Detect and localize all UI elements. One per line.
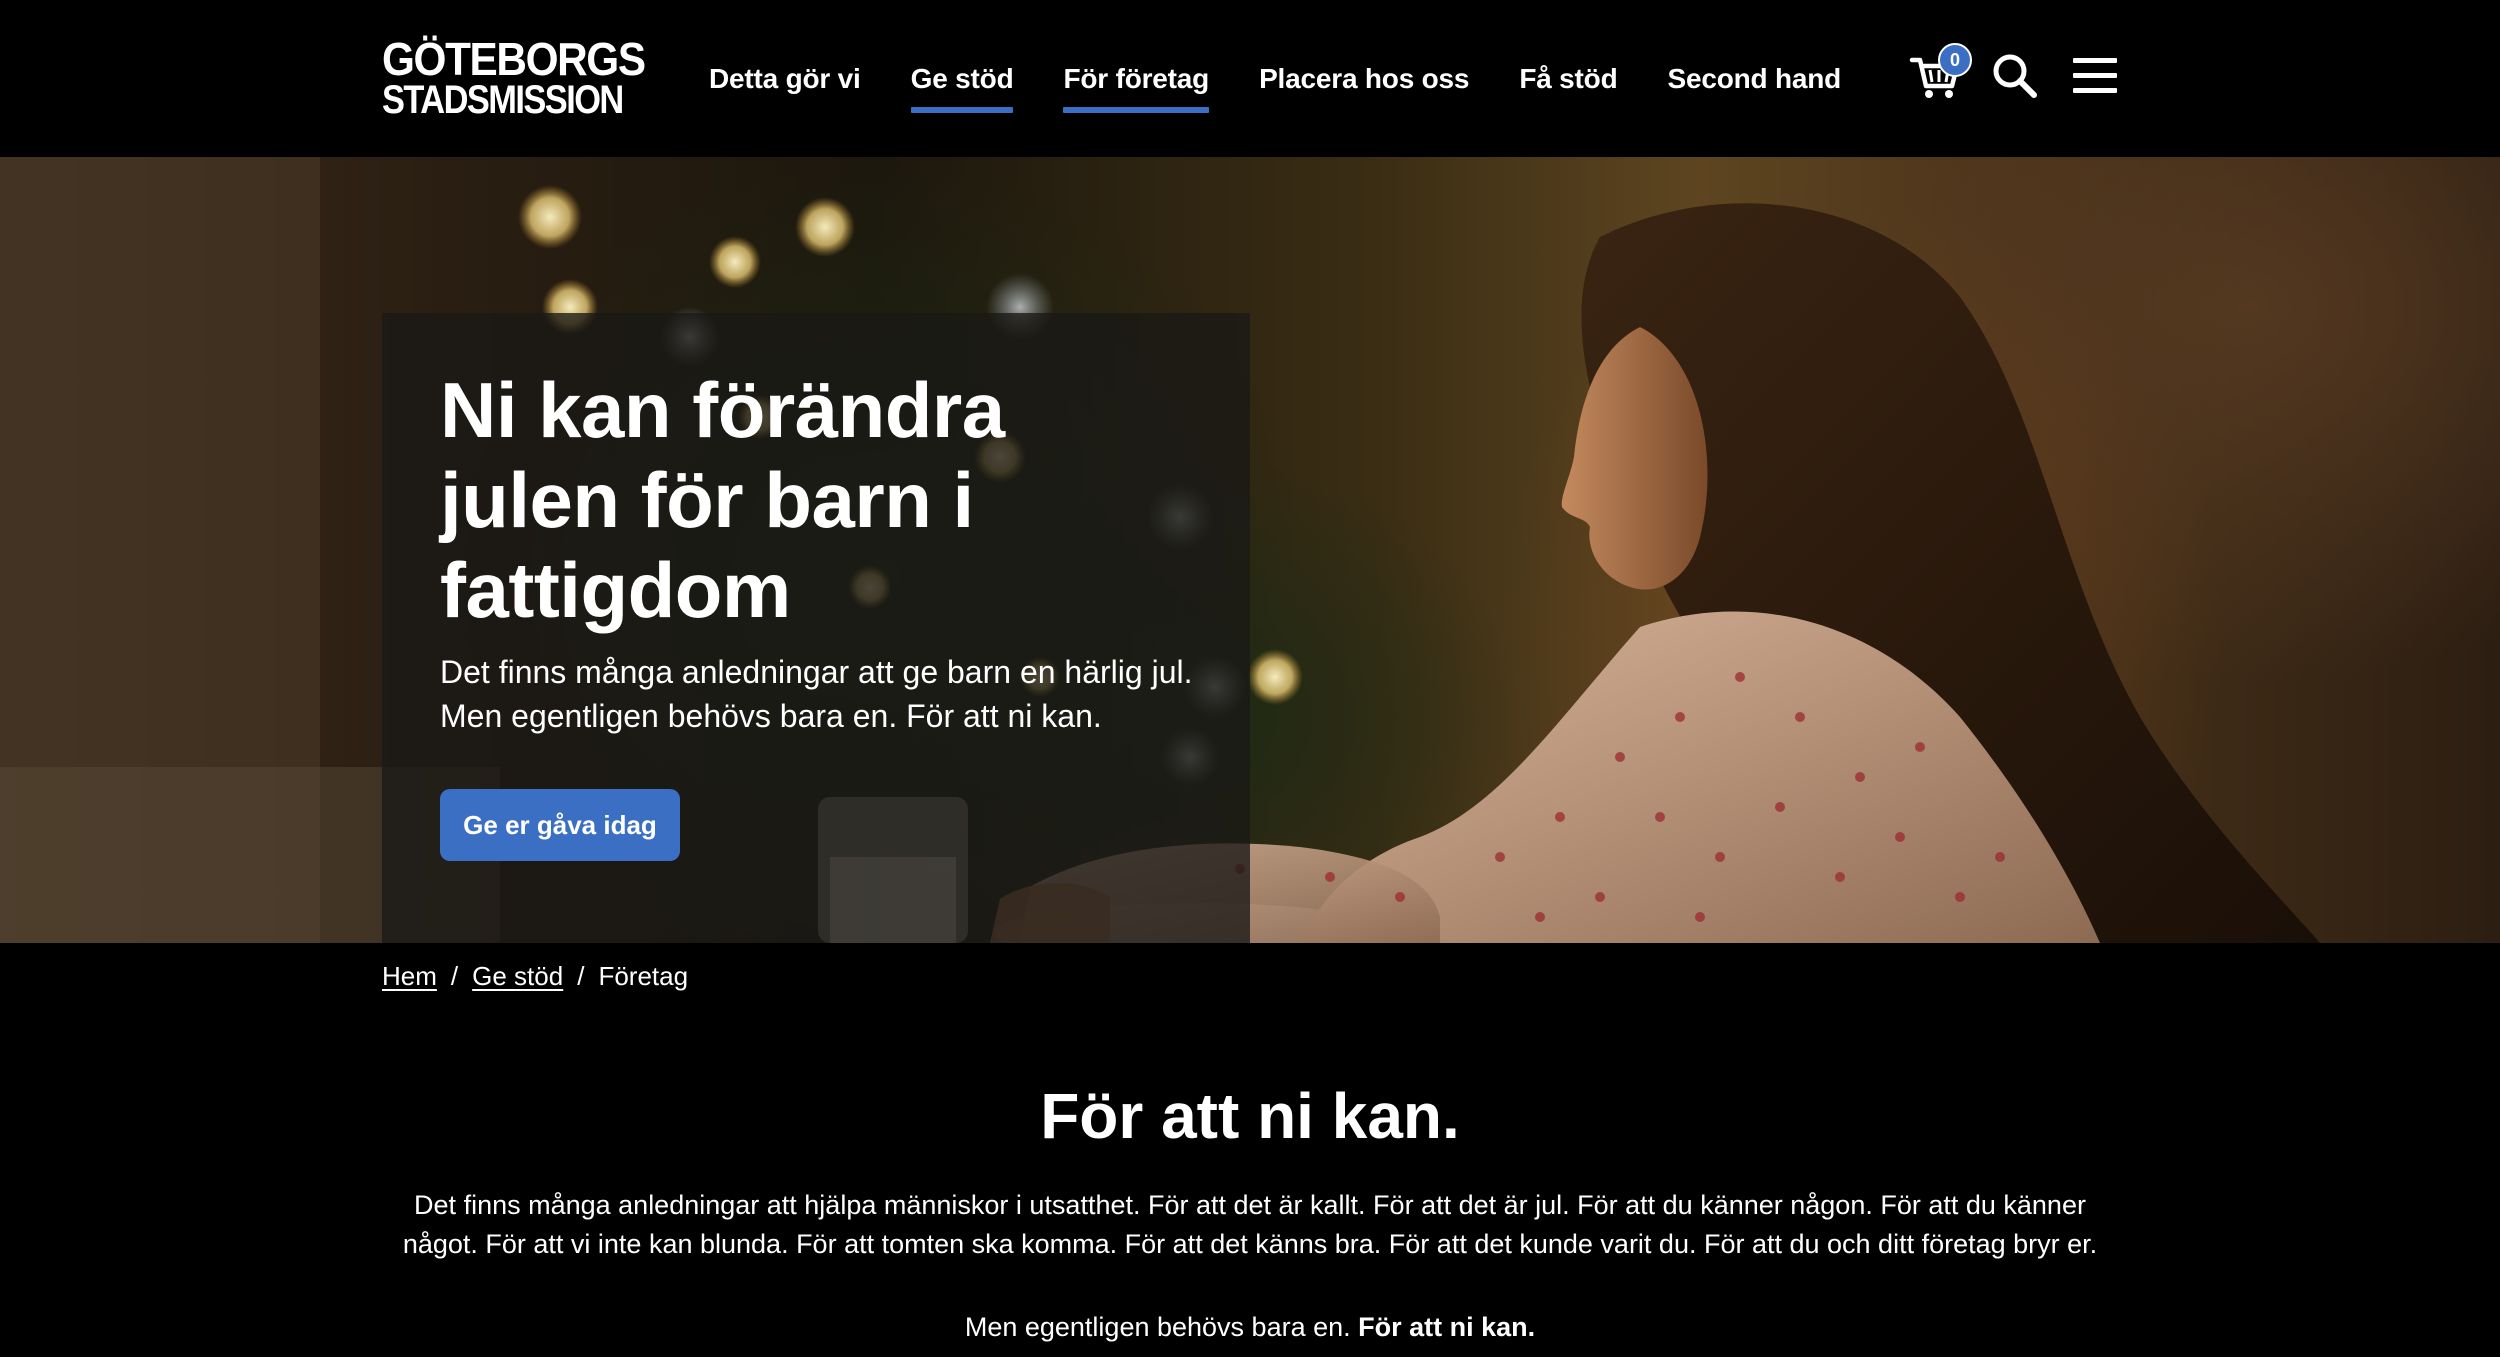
breadcrumb: Hem / Ge stöd / Företag bbox=[382, 958, 688, 994]
site-logo[interactable]: GÖTEBORGS STADSMISSION bbox=[382, 33, 646, 120]
site-header: GÖTEBORGS STADSMISSION Detta gör vi Ge s… bbox=[0, 0, 2500, 157]
page: GÖTEBORGS STADSMISSION Detta gör vi Ge s… bbox=[0, 0, 2500, 1357]
logo-line-1: GÖTEBORGS bbox=[382, 33, 646, 85]
main-nav: Detta gör vi Ge stöd För företag Placera… bbox=[709, 0, 1891, 157]
hero-banner: Ni kan förändra julen för barn i fattigd… bbox=[0, 157, 2500, 943]
section-title: För att ni kan. bbox=[1040, 1080, 1460, 1152]
logo-line-2: STADSMISSION bbox=[382, 78, 624, 122]
cart-button[interactable]: 0 bbox=[1908, 43, 1972, 104]
section-tagline: Men egentligen behövs bara en. För att n… bbox=[0, 1309, 2500, 1345]
give-gift-button[interactable]: Ge er gåva idag bbox=[440, 789, 680, 861]
tagline-bold: För att ni kan. bbox=[1358, 1312, 1536, 1342]
hero-text-panel: Ni kan förändra julen för barn i fattigd… bbox=[382, 313, 1250, 943]
search-button[interactable] bbox=[1987, 48, 2043, 104]
cart-count-badge: 0 bbox=[1938, 43, 1972, 77]
search-icon bbox=[1993, 54, 2037, 98]
nav-item-placera-hos-oss[interactable]: Placera hos oss bbox=[1259, 63, 1469, 95]
tagline-lead: Men egentligen behövs bara en. bbox=[964, 1312, 1359, 1342]
breadcrumb-current: Företag bbox=[598, 960, 689, 991]
nav-item-for-foretag[interactable]: För företag bbox=[1063, 63, 1209, 113]
hero-title: Ni kan förändra julen för barn i fattigd… bbox=[440, 366, 1005, 634]
hero-image bbox=[0, 157, 2320, 943]
hero-subtitle: Det finns många anledningar att ge barn … bbox=[440, 654, 1193, 734]
nav-item-second-hand[interactable]: Second hand bbox=[1667, 63, 1841, 95]
breadcrumb-separator: / bbox=[577, 960, 585, 991]
breadcrumb-separator: / bbox=[450, 960, 459, 991]
nav-item-detta-gor-vi[interactable]: Detta gör vi bbox=[709, 63, 861, 95]
breadcrumb-link-ge-stod[interactable]: Ge stöd bbox=[472, 961, 563, 992]
section-body: Det finns många anledningar att hjälpa m… bbox=[402, 1190, 2098, 1259]
breadcrumb-link-hem[interactable]: Hem bbox=[382, 961, 437, 992]
menu-icon bbox=[2073, 58, 2117, 93]
nav-item-fa-stod[interactable]: Få stöd bbox=[1519, 63, 1617, 95]
nav-item-ge-stod[interactable]: Ge stöd bbox=[910, 63, 1014, 113]
menu-button[interactable] bbox=[2067, 48, 2123, 104]
